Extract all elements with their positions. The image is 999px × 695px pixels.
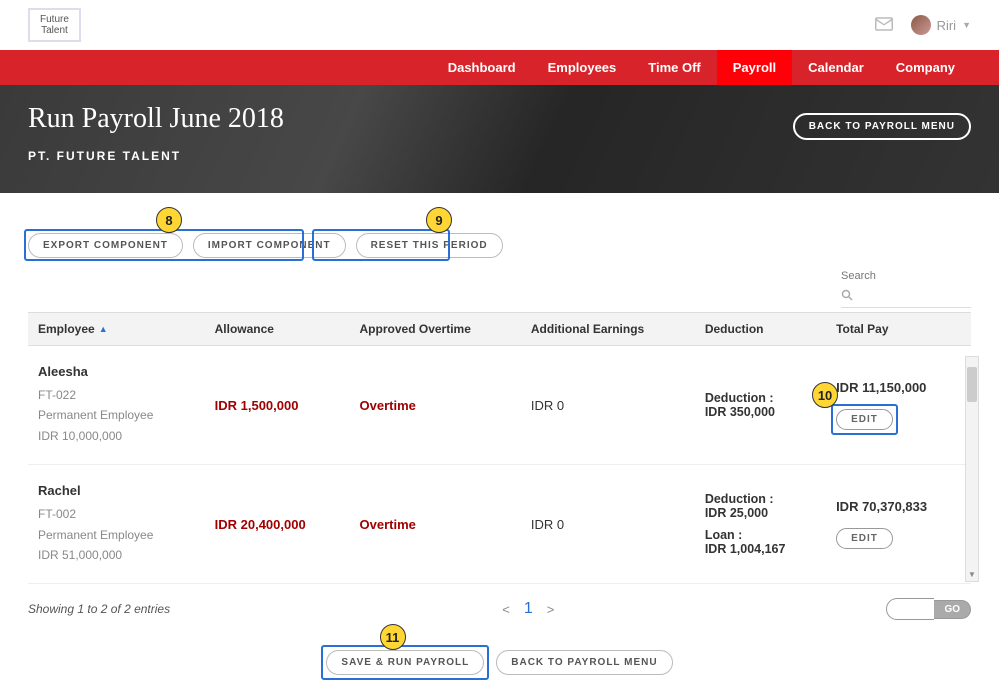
mail-icon[interactable] bbox=[875, 17, 893, 34]
deduction-value: IDR 350,000 bbox=[705, 405, 816, 419]
deduction-label: Deduction : bbox=[705, 492, 816, 506]
table-footer: Showing 1 to 2 of 2 entries < 1 > GO bbox=[28, 598, 971, 620]
content: 8 EXPORT COMPONENT IMPORT COMPONENT 9 RE… bbox=[0, 193, 999, 695]
search-label: Search bbox=[841, 270, 971, 282]
employee-base: IDR 10,000,000 bbox=[38, 426, 195, 446]
goto-page: GO bbox=[886, 598, 971, 620]
bottom-actions: 11 SAVE & RUN PAYROLL BACK TO PAYROLL ME… bbox=[28, 650, 971, 675]
back-to-menu-button-bottom[interactable]: BACK TO PAYROLL MENU bbox=[496, 650, 672, 675]
employee-code: FT-002 bbox=[38, 504, 195, 524]
col-allowance[interactable]: Allowance bbox=[205, 313, 350, 346]
employee-type: Permanent Employee bbox=[38, 525, 195, 545]
employee-name: Aleesha bbox=[38, 364, 195, 379]
topbar: Future Talent Riri ▼ bbox=[0, 0, 999, 50]
allowance-value: IDR 1,500,000 bbox=[215, 398, 299, 413]
next-page-icon[interactable]: > bbox=[547, 602, 555, 617]
deduction-value: IDR 25,000 bbox=[705, 506, 816, 520]
additional-value: IDR 0 bbox=[531, 398, 564, 413]
back-to-menu-button[interactable]: BACK TO PAYROLL MENU bbox=[793, 113, 971, 140]
overtime-link[interactable]: Overtime bbox=[360, 398, 416, 413]
edit-button[interactable]: EDIT bbox=[836, 528, 893, 549]
col-employee[interactable]: Employee▲ bbox=[28, 313, 205, 346]
col-overtime[interactable]: Approved Overtime bbox=[350, 313, 521, 346]
table-wrap: Employee▲ Allowance Approved Overtime Ad… bbox=[28, 312, 971, 584]
topbar-right: Riri ▼ bbox=[875, 15, 971, 35]
table-row: Rachel FT-002 Permanent Employee IDR 51,… bbox=[28, 465, 971, 584]
avatar-icon bbox=[911, 15, 931, 35]
logo-line2: Talent bbox=[40, 25, 69, 36]
logo: Future Talent bbox=[28, 8, 81, 42]
company-name: PT. FUTURE TALENT bbox=[28, 149, 971, 163]
edit-button[interactable]: EDIT bbox=[836, 409, 893, 430]
col-total[interactable]: Total Pay bbox=[826, 313, 971, 346]
search-box: Search bbox=[841, 270, 971, 308]
annotation-marker-8: 8 bbox=[156, 207, 182, 233]
nav-employees[interactable]: Employees bbox=[532, 50, 633, 85]
reset-period-button[interactable]: RESET THIS PERIOD bbox=[356, 233, 503, 258]
additional-value: IDR 0 bbox=[531, 517, 564, 532]
scrollbar[interactable]: ▼ bbox=[965, 356, 979, 582]
current-page[interactable]: 1 bbox=[524, 600, 533, 618]
user-name: Riri bbox=[937, 18, 957, 33]
col-additional[interactable]: Additional Earnings bbox=[521, 313, 695, 346]
goto-input[interactable] bbox=[886, 598, 934, 620]
total-pay-value: IDR 11,150,000 bbox=[836, 380, 961, 395]
loan-value: IDR 1,004,167 bbox=[705, 542, 816, 556]
logo-line1: Future bbox=[40, 14, 69, 25]
employee-name: Rachel bbox=[38, 483, 195, 498]
sort-asc-icon: ▲ bbox=[99, 324, 108, 334]
nav-payroll[interactable]: Payroll bbox=[717, 50, 792, 85]
save-run-payroll-button[interactable]: SAVE & RUN PAYROLL bbox=[326, 650, 484, 675]
go-button[interactable]: GO bbox=[934, 600, 971, 619]
employee-base: IDR 51,000,000 bbox=[38, 545, 195, 565]
allowance-value: IDR 20,400,000 bbox=[215, 517, 306, 532]
overtime-link[interactable]: Overtime bbox=[360, 517, 416, 532]
action-row: 8 EXPORT COMPONENT IMPORT COMPONENT 9 RE… bbox=[28, 233, 971, 258]
search-icon bbox=[841, 289, 853, 304]
nav-calendar[interactable]: Calendar bbox=[792, 50, 880, 85]
chevron-down-icon: ▼ bbox=[962, 20, 971, 30]
prev-page-icon[interactable]: < bbox=[502, 602, 510, 617]
table-row: Aleesha FT-022 Permanent Employee IDR 10… bbox=[28, 346, 971, 465]
user-dropdown[interactable]: Riri ▼ bbox=[911, 15, 971, 35]
col-deduction[interactable]: Deduction bbox=[695, 313, 826, 346]
export-component-button[interactable]: EXPORT COMPONENT bbox=[28, 233, 183, 258]
navbar: Dashboard Employees Time Off Payroll Cal… bbox=[0, 50, 999, 85]
nav-timeoff[interactable]: Time Off bbox=[632, 50, 717, 85]
pager: < 1 > bbox=[502, 600, 554, 618]
employee-type: Permanent Employee bbox=[38, 405, 195, 425]
showing-text: Showing 1 to 2 of 2 entries bbox=[28, 602, 170, 616]
payroll-table: Employee▲ Allowance Approved Overtime Ad… bbox=[28, 312, 971, 584]
nav-company[interactable]: Company bbox=[880, 50, 971, 85]
search-wrap: Search bbox=[28, 270, 971, 308]
import-component-button[interactable]: IMPORT COMPONENT bbox=[193, 233, 346, 258]
search-input[interactable] bbox=[841, 284, 971, 308]
hero: Run Payroll June 2018 PT. FUTURE TALENT … bbox=[0, 85, 999, 193]
loan-label: Loan : bbox=[705, 528, 816, 542]
scrollbar-thumb[interactable] bbox=[967, 367, 977, 402]
annotation-marker-10: 10 bbox=[812, 382, 838, 408]
nav-dashboard[interactable]: Dashboard bbox=[432, 50, 532, 85]
annotation-marker-11: 11 bbox=[380, 624, 406, 650]
total-pay-value: IDR 70,370,833 bbox=[836, 499, 961, 514]
annotation-marker-9: 9 bbox=[426, 207, 452, 233]
deduction-label: Deduction : bbox=[705, 391, 816, 405]
employee-code: FT-022 bbox=[38, 385, 195, 405]
scroll-down-icon[interactable]: ▼ bbox=[966, 570, 978, 579]
